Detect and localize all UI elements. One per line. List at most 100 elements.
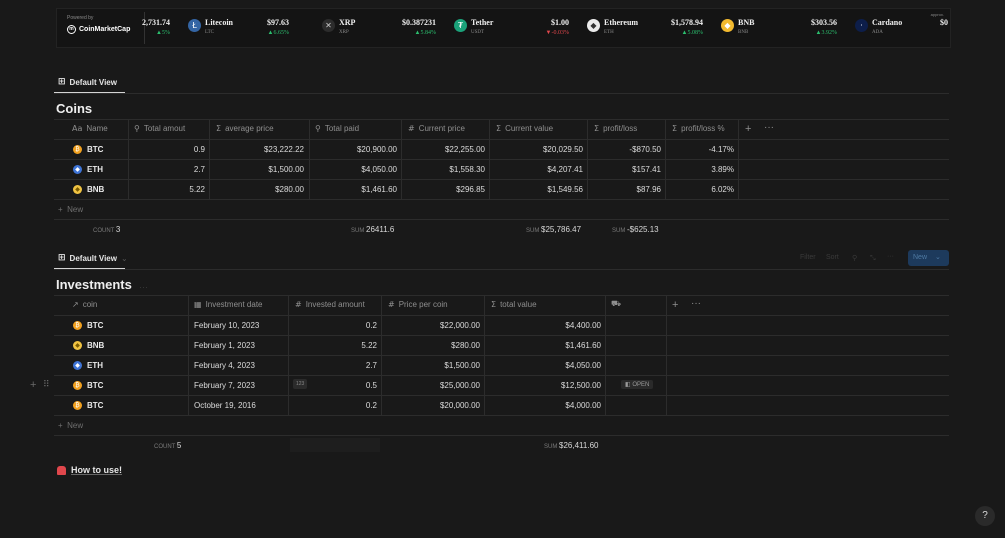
price-per-coin-cell[interactable]: $20,000.00 [440,401,480,410]
invested-amount-cell[interactable]: 0.5 [366,381,377,390]
col-header-coin[interactable]: ↗ coin [72,300,97,309]
col-header-profit-loss[interactable]: Σprofit/loss [594,124,637,133]
profit-loss-cell[interactable]: -$870.50 [629,145,661,154]
investments-default-view-tab[interactable]: ⊞ Default View ⌄ [58,253,128,263]
total-amount-cell[interactable]: 2.7 [194,165,205,174]
col-header-total-paid[interactable]: ⚲ Total paid [315,124,359,133]
coins-count-footer[interactable]: COUNT 3 [93,225,120,234]
total-paid-cell[interactable]: $1,461.60 [361,185,397,194]
total-value-cell[interactable]: $4,050.00 [565,361,601,370]
more-options-icon[interactable]: ··· [691,298,701,309]
investment-date-cell[interactable]: February 1, 2023 [194,341,255,350]
col-header-current-value[interactable]: Σ Current value [496,124,553,133]
invested-amount-cell[interactable]: 5.22 [361,341,377,350]
average-price-cell[interactable]: $1,500.00 [268,165,304,174]
current-value-cell[interactable]: $4,207.41 [547,165,583,174]
col-header-average-price[interactable]: Σaverage price [216,124,274,133]
new-record-button[interactable]: New ⌄ [908,250,949,266]
title-options-icon[interactable]: ··· [139,282,148,292]
coin-name[interactable]: BNB [87,185,104,194]
filter-button[interactable]: Filter [800,254,816,261]
total-value-cell[interactable]: $12,500.00 [561,381,601,390]
search-icon[interactable]: ⚲ [852,254,857,262]
coin-name[interactable]: BTC [87,321,103,330]
add-row-plus-icon[interactable]: + [30,379,36,391]
ticker-coin-partial[interactable]: 2,731.74 ▲5% [142,13,170,43]
col-header-profit-loss-pct[interactable]: Σprofit/loss % [672,124,725,133]
coin-name[interactable]: ETH [87,165,103,174]
investments-count-footer[interactable]: COUNT 5 [154,441,181,450]
total-amount-cell[interactable]: 5.22 [189,185,205,194]
profit-loss-pct-cell[interactable]: 6.02% [711,185,734,194]
add-property-plus-icon[interactable]: + [745,123,751,135]
expand-icon[interactable]: ⤡ [870,254,876,263]
how-to-use-link[interactable]: How to use! [57,465,122,475]
investment-date-cell[interactable]: February 7, 2023 [194,381,255,390]
col-header-invested-amount[interactable]: # Invested amount [295,300,365,309]
profit-loss-pct-cell[interactable]: 3.89% [711,165,734,174]
investments-add-new-row[interactable]: + New [58,421,83,430]
total-value-cell[interactable]: $4,400.00 [565,321,601,330]
ticker-coin-litecoin[interactable]: Ł Litecoin LTC $97.63 ▲6.65% [188,13,289,43]
col-header-current-price[interactable]: # Current price [408,124,465,133]
price-per-coin-cell[interactable]: $25,000.00 [440,381,480,390]
current-value-cell[interactable]: $1,549.56 [547,185,583,194]
price-per-coin-cell[interactable]: $280.00 [451,341,480,350]
coin-name[interactable]: BTC [87,145,103,154]
col-header-formula-icon[interactable]: ⛟ [611,299,621,309]
coins-sum-current-value[interactable]: SUM $25,786.47 [526,225,581,234]
investments-sum-total-value[interactable]: SUM $26,411.60 [544,441,598,450]
price-per-coin-cell[interactable]: $1,500.00 [444,361,480,370]
calculate-placeholder[interactable] [290,438,380,452]
ticker-coin-cardano[interactable]: · Cardano ADA $0 [855,13,948,43]
invested-amount-cell[interactable]: 0.2 [366,401,377,410]
coins-add-new-row[interactable]: + New [58,205,83,214]
col-header-name[interactable]: Aa Name [72,124,108,133]
profit-loss-cell[interactable]: $157.41 [632,165,661,174]
col-header-investment-date[interactable]: ▦ Investment date [194,300,262,309]
more-options-icon[interactable]: ··· [764,122,774,133]
coins-sum-profit-loss[interactable]: SUM -$625.13 [612,225,659,234]
investment-date-cell[interactable]: October 19, 2016 [194,401,256,410]
coin-name[interactable]: ETH [87,361,103,370]
ticker-coin-ethereum[interactable]: ◆ Ethereum ETH $1,578.94 ▲5.08% [587,13,703,43]
coin-name[interactable]: BNB [87,341,104,350]
investment-date-cell[interactable]: February 10, 2023 [194,321,259,330]
col-header-price-per-coin[interactable]: # Price per coin [388,300,448,309]
average-price-cell[interactable]: $23,222.22 [264,145,304,154]
total-amount-cell[interactable]: 0.9 [194,145,205,154]
total-paid-cell[interactable]: $20,900.00 [357,145,397,154]
investment-date-cell[interactable]: February 4, 2023 [194,361,255,370]
ticker-coin-bnb[interactable]: ◆ BNB BNB $303.56 ▲3.92% [721,13,837,43]
coinmarketcap-brand[interactable]: Powered by m CoinMarketCap [67,15,130,34]
sort-button[interactable]: Sort [826,254,839,261]
average-price-cell[interactable]: $280.00 [275,185,304,194]
add-property-plus-icon[interactable]: + [672,299,678,311]
more-options-icon[interactable]: ··· [887,253,894,260]
coin-name[interactable]: BTC [87,401,103,410]
ticker-coin-tether[interactable]: ₮ Tether USDT $1.00 ▼-0.03% [454,13,569,43]
chevron-down-icon[interactable]: ⌄ [935,254,941,261]
current-value-cell[interactable]: $20,029.50 [543,145,583,154]
total-value-cell[interactable]: $4,000.00 [565,401,601,410]
chevron-down-icon[interactable]: ⌄ [121,254,128,263]
total-value-cell[interactable]: $1,461.60 [565,341,601,350]
col-header-total-amount[interactable]: ⚲ Total amout [134,124,185,133]
profit-loss-pct-cell[interactable]: -4.17% [709,145,734,154]
number-format-icon[interactable]: 123 [293,379,308,389]
current-price-cell[interactable]: $296.85 [456,185,485,194]
drag-handle-icon[interactable]: ⠿ [43,380,50,390]
invested-amount-cell[interactable]: 2.7 [366,361,377,370]
current-price-cell[interactable]: $22,255.00 [445,145,485,154]
ticker-coin-xrp[interactable]: ✕ XRP XRP $0.387231 ▲5.84% [322,13,436,43]
help-button[interactable]: ? [975,506,995,526]
price-per-coin-cell[interactable]: $22,000.00 [440,321,480,330]
current-price-cell[interactable]: $1,558.30 [449,165,485,174]
open-row-button[interactable]: ◧ OPEN [621,380,654,389]
profit-loss-cell[interactable]: $87.96 [637,185,661,194]
total-paid-cell[interactable]: $4,050.00 [361,165,397,174]
coins-sum-total-paid[interactable]: SUM 26411.6 [351,225,394,234]
col-header-total-value[interactable]: Σtotal value [491,300,537,309]
coins-default-view-tab[interactable]: ⊞ Default View [58,77,117,87]
coin-name[interactable]: BTC [87,381,103,390]
